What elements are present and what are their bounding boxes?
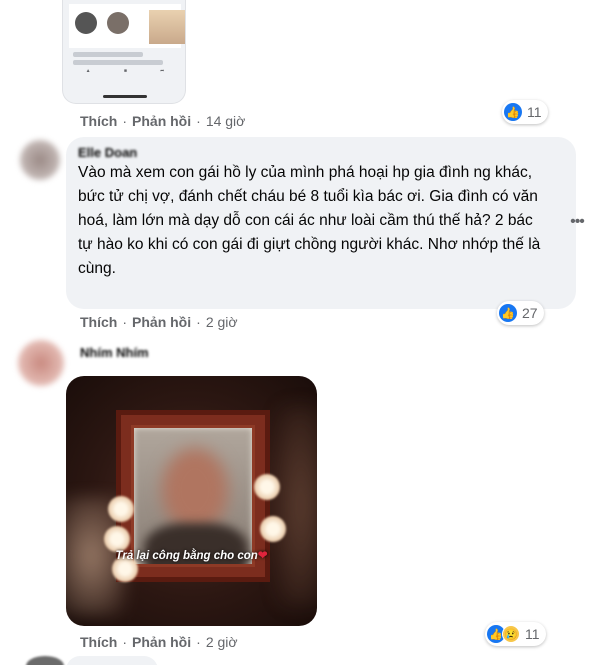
avatar[interactable]: [20, 140, 60, 180]
thumbnail-line: [73, 52, 143, 57]
comment-text: Vào mà xem con gái hồ ly của mình phá ho…: [78, 164, 541, 277]
blurred-face: [162, 448, 228, 532]
comment-timestamp[interactable]: 2 giờ: [206, 314, 238, 330]
reaction-summary[interactable]: 👍 😢 11: [485, 622, 546, 646]
photo-caption: Trả lại công bằng cho con❤: [66, 548, 317, 562]
flower-decoration: [260, 516, 286, 542]
separator-dot: ·: [196, 113, 201, 129]
comment-author[interactable]: Nhím Nhím: [80, 345, 149, 360]
comment-actions: Thích · Phản hồi · 2 giờ: [80, 634, 238, 650]
separator-dot: ·: [122, 634, 128, 650]
thumbnail-actions: ▲ ■ ➦: [85, 68, 165, 74]
like-action[interactable]: Thích: [80, 113, 117, 129]
thumbnail-avatar: [107, 12, 129, 34]
thumbnail-home-bar: [103, 95, 147, 98]
comment-bubble: Elle Doan Vào mà xem con gái hồ ly của m…: [66, 137, 576, 309]
thumbnail-line: [73, 60, 163, 65]
thumbnail-avatar: [75, 12, 97, 34]
comment-author[interactable]: Elle Doan: [78, 145, 564, 161]
comment-bubble: [66, 656, 158, 665]
avatar[interactable]: [18, 340, 64, 386]
like-reaction-icon: 👍: [504, 103, 522, 121]
photo-background-light: [276, 406, 317, 606]
reaction-count: 11: [527, 104, 542, 120]
comment-timestamp[interactable]: 2 giờ: [206, 634, 238, 650]
thumbnail-banner: [149, 10, 185, 44]
flower-decoration: [108, 496, 134, 522]
comment-photo[interactable]: Trả lại công bằng cho con❤: [66, 376, 317, 626]
separator-dot: ·: [122, 314, 128, 330]
reaction-summary[interactable]: 👍 11: [502, 100, 548, 124]
reaction-count: 11: [525, 626, 540, 642]
reply-action[interactable]: Phản hồi: [132, 314, 191, 330]
photo-caption-text: Trả lại công bằng cho con: [115, 550, 258, 562]
comment-actions: Thích · Phản hồi · 14 giờ: [80, 113, 245, 129]
reply-action[interactable]: Phản hồi: [132, 113, 191, 129]
more-options-icon[interactable]: •••: [567, 212, 587, 232]
portrait: [131, 425, 255, 567]
reply-action[interactable]: Phản hồi: [132, 634, 191, 650]
reaction-count: 27: [522, 305, 538, 321]
heart-icon: ❤: [257, 550, 268, 562]
comment-timestamp[interactable]: 14 giờ: [206, 113, 246, 129]
reaction-summary[interactable]: 👍 27: [497, 301, 544, 325]
separator-dot: ·: [122, 113, 128, 129]
like-action[interactable]: Thích: [80, 634, 117, 650]
sad-reaction-icon: 😢: [502, 625, 520, 643]
avatar[interactable]: [26, 656, 64, 665]
flower-decoration: [254, 474, 280, 500]
separator-dot: ·: [196, 634, 201, 650]
comment-actions: Thích · Phản hồi · 2 giờ: [80, 314, 238, 330]
like-action[interactable]: Thích: [80, 314, 117, 330]
separator-dot: ·: [196, 314, 201, 330]
comment-image-attachment[interactable]: ▲ ■ ➦: [62, 0, 186, 104]
like-reaction-icon: 👍: [499, 304, 517, 322]
thumbnail-profile-strip: [69, 4, 185, 48]
